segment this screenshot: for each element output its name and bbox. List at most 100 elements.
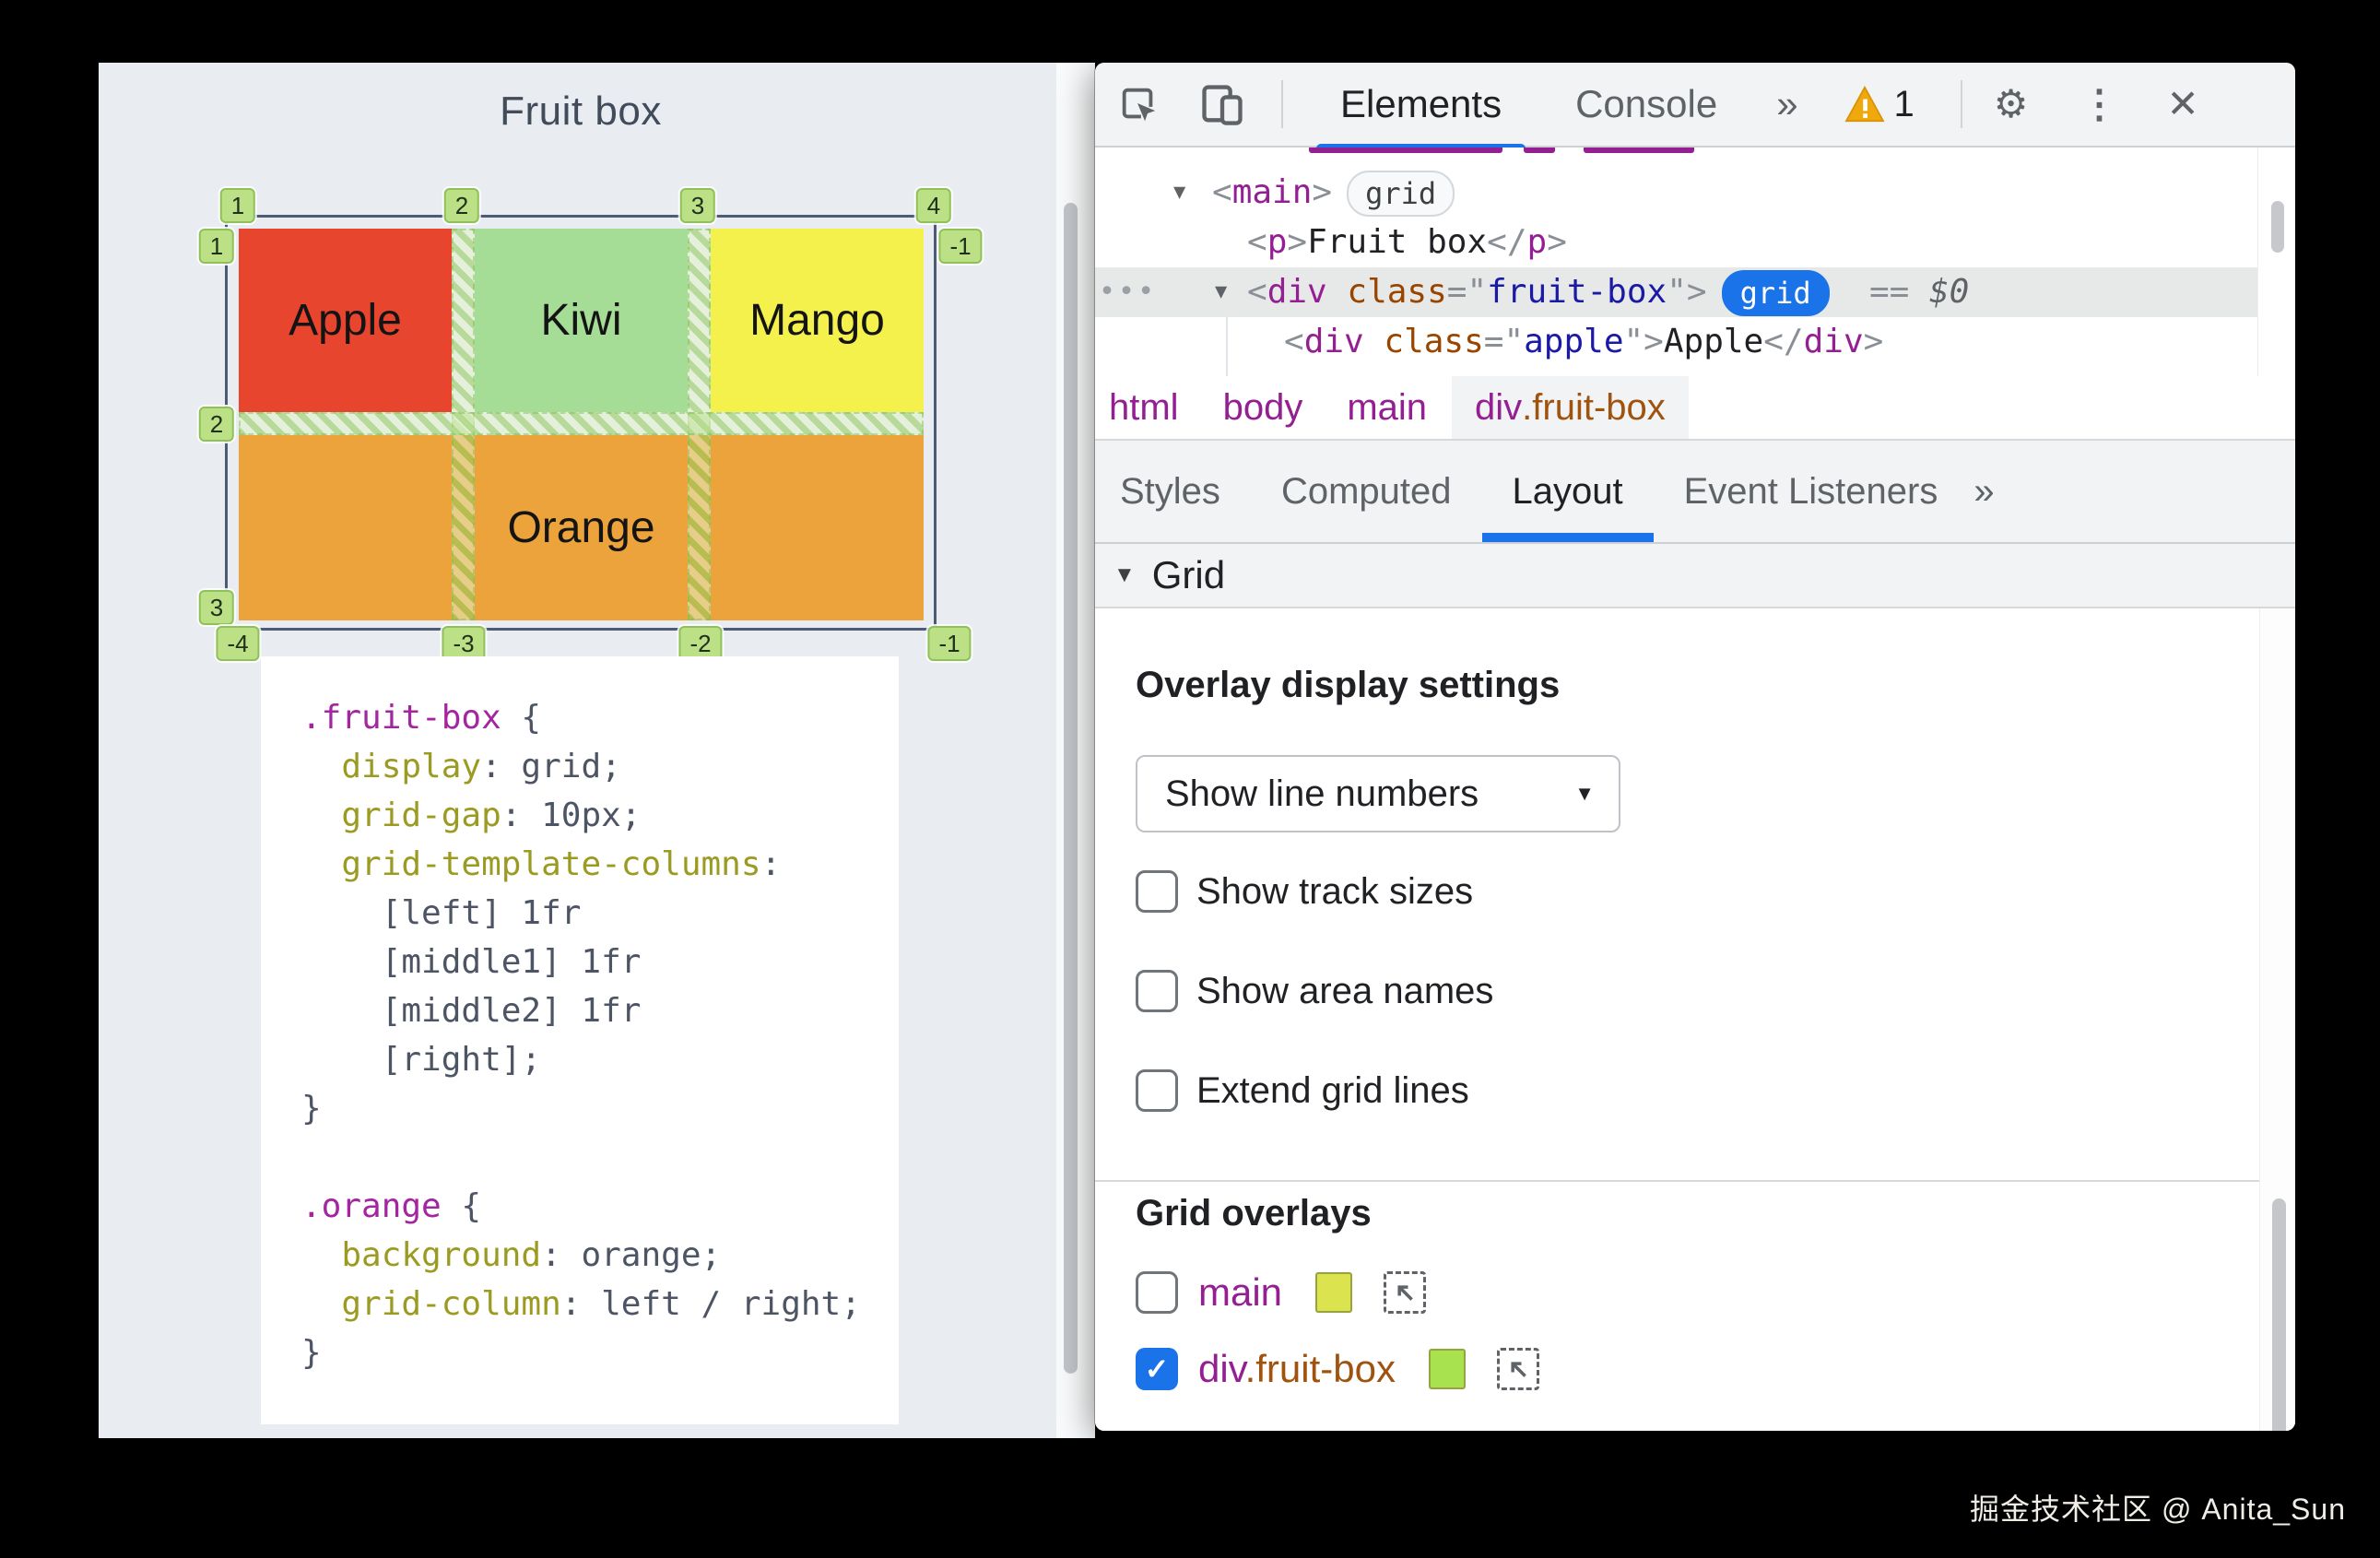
active-tab-underline — [1481, 533, 1654, 542]
token-sel: .orange — [301, 1187, 442, 1225]
token-attr: class — [1363, 323, 1484, 360]
code-line: grid-column: left / right; — [301, 1280, 899, 1328]
token-pun: =" — [1483, 323, 1525, 360]
grid-line-number-badge: 2 — [443, 188, 480, 223]
token-sel: .fruit-box — [301, 699, 501, 737]
devtools-panel-tabs: Elements Console — [1309, 63, 1749, 154]
overlay-checkbox[interactable]: ✓ — [1136, 1348, 1178, 1390]
token-pun: < — [1284, 323, 1304, 360]
watermark: 掘金技术社区 @ Anita_Sun — [1970, 1493, 2346, 1526]
token-tag: div — [1267, 273, 1327, 311]
css-code-block: .fruit-box { display: grid; grid-gap: 10… — [261, 656, 899, 1424]
grid-cell-orange: Orange — [239, 435, 924, 620]
token-pln: { — [441, 1187, 482, 1225]
expand-arrow-icon[interactable]: ▼ — [1215, 267, 1227, 317]
grid-line-number-badge: -1 — [927, 626, 972, 661]
token-pln: [middle2] 1fr — [301, 992, 642, 1030]
token-tag: main — [1198, 1270, 1283, 1314]
tab-styles[interactable]: Styles — [1120, 441, 1251, 542]
grid-line-number-badge: -4 — [216, 626, 260, 661]
layout-panel: Overlay display settings Show line numbe… — [1095, 608, 2295, 1431]
devtools-tab-elements[interactable]: Elements — [1309, 63, 1533, 154]
overlay-color-swatch[interactable] — [1428, 1349, 1466, 1389]
settings-gear-icon[interactable]: ⚙ — [1994, 85, 2029, 124]
section-divider — [1095, 1180, 2295, 1182]
tab-layout[interactable]: Layout — [1481, 441, 1654, 542]
device-toolbar-icon[interactable] — [1198, 80, 1246, 128]
grid-line-number-badge: 1 — [219, 188, 256, 223]
token-cls: .fruit-box — [1244, 1347, 1396, 1390]
token-tag: div — [1475, 386, 1523, 428]
inspect-element-icon[interactable] — [1117, 83, 1160, 125]
dom-tree-row[interactable]: <p>Fruit box</p> — [1095, 218, 2295, 267]
code-line: [right]; — [301, 1035, 899, 1084]
more-options-menu-icon[interactable]: ⋮ — [2080, 85, 2118, 124]
more-tabs-icon[interactable]: » — [1974, 471, 1994, 513]
tab-event-listeners[interactable]: Event Listeners — [1654, 441, 1969, 542]
grid-adorner-badge[interactable]: grid — [1721, 270, 1830, 316]
tab-computed[interactable]: Computed — [1251, 441, 1482, 542]
devtools-tab-console[interactable]: Console — [1544, 63, 1749, 146]
token-pun: > — [1863, 323, 1884, 360]
token-val: fruit-box — [1487, 273, 1667, 311]
close-devtools-icon[interactable]: ✕ — [2166, 85, 2198, 124]
page-scrollbar-thumb[interactable] — [1064, 203, 1078, 1374]
grid-section-header[interactable]: ▼ Grid — [1095, 544, 2295, 608]
toolbar-separator — [1281, 80, 1283, 128]
overlay-checkbox[interactable] — [1136, 1271, 1178, 1314]
dom-tree-row[interactable]: ▼ <main> grid — [1095, 168, 2295, 218]
layout-scrollbar-thumb[interactable] — [2272, 1198, 2286, 1431]
grid-line-number-badge: -1 — [938, 229, 983, 264]
token-pln: [middle1] 1fr — [301, 943, 642, 981]
checkbox[interactable] — [1136, 970, 1178, 1012]
overlay-settings-heading: Overlay display settings — [1136, 665, 1561, 705]
overlay-option-row: Show area names — [1136, 967, 2295, 1015]
reveal-node-icon[interactable] — [1496, 1348, 1539, 1390]
breadcrumb-item[interactable]: html — [1109, 376, 1179, 439]
token-pln: [left] 1fr — [301, 894, 582, 932]
more-tabs-icon[interactable]: » — [1776, 82, 1797, 126]
checkbox[interactable] — [1136, 1069, 1178, 1112]
breadcrumb-item[interactable]: main — [1347, 376, 1427, 439]
console-warning-badge[interactable]: 1 — [1844, 84, 1915, 125]
expand-arrow-icon[interactable]: ▼ — [1173, 168, 1185, 218]
grid-line-number-badge: 1 — [198, 229, 235, 264]
cell-label: Orange — [507, 503, 655, 552]
breadcrumb-item[interactable]: body — [1223, 376, 1303, 439]
token-pun: </ — [1487, 223, 1527, 261]
token-val: apple — [1524, 323, 1624, 360]
cell-label: Mango — [749, 296, 885, 345]
line-numbers-dropdown[interactable]: Show line numbers ▼ — [1136, 755, 1620, 832]
overlay-color-swatch[interactable] — [1315, 1272, 1353, 1313]
dom-scrollbar-thumb[interactable] — [2271, 201, 2284, 253]
token-pln: : grid; — [481, 748, 621, 785]
code-line: background: orange; — [301, 1231, 899, 1280]
token-pln: } — [301, 1334, 322, 1372]
token-pln: : — [760, 845, 782, 883]
token-tag: div — [1803, 323, 1864, 360]
token-pln: : left / right; — [560, 1285, 861, 1323]
token-tag: main — [1347, 386, 1428, 428]
checkbox[interactable] — [1136, 870, 1178, 913]
breadcrumb-item[interactable]: div .fruit-box — [1452, 376, 1689, 439]
token-prop: grid-gap — [341, 797, 501, 834]
token-tag: div — [1303, 323, 1364, 360]
tab-label: Layout — [1512, 470, 1623, 512]
reveal-node-icon[interactable] — [1384, 1271, 1427, 1314]
token-tag: div — [1198, 1347, 1245, 1390]
browser-page: Fruit box Apple Kiwi Mango Orange 1 2 3 4 1 2 3 -1… — [99, 63, 1095, 1438]
token-pun: "> — [1667, 273, 1707, 311]
tab-label: Event Listeners — [1683, 470, 1938, 512]
token-pun: > — [1547, 223, 1567, 261]
token-tag: body — [1222, 386, 1303, 428]
token-tag: p — [1526, 223, 1548, 261]
dom-tree-row[interactable]: <div class="apple">Apple</div> — [1095, 317, 2295, 367]
dom-tree-row[interactable]: ••• ▼ <div class="fruit-box"> grid == $0 — [1095, 267, 2295, 317]
token-pun: < — [1212, 173, 1232, 211]
grid-line-number-badge: 3 — [679, 188, 716, 223]
token-pun: "> — [1623, 323, 1664, 360]
grid-adorner-badge[interactable]: grid — [1347, 171, 1455, 217]
token-tag: html — [1109, 386, 1179, 428]
grid-cell-apple: Apple — [239, 229, 452, 412]
